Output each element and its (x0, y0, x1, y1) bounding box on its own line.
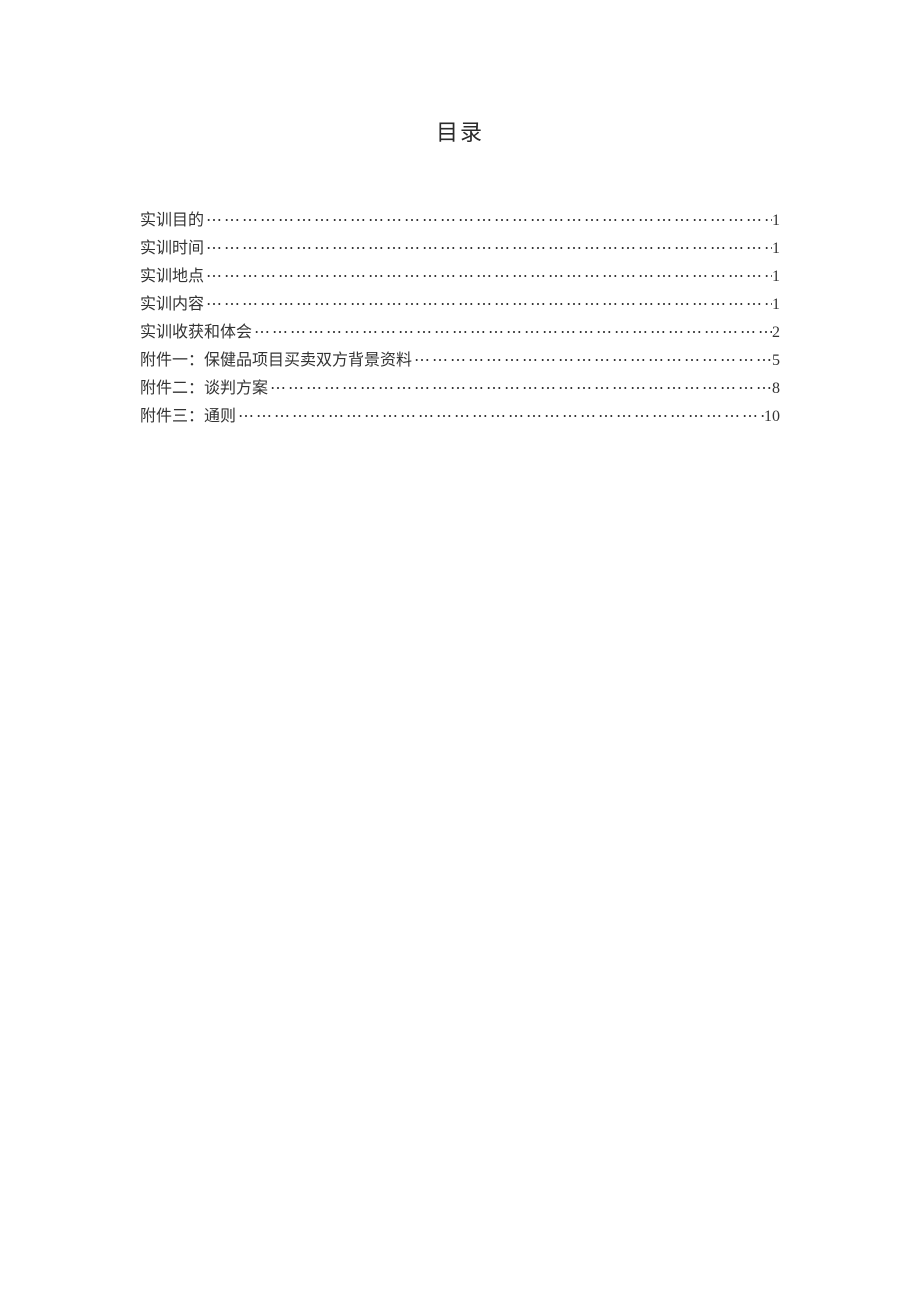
toc-entry-page: 8 (772, 375, 780, 403)
toc-entry-label: 附件一：保健品项目买卖双方背景资料 (140, 347, 412, 375)
toc-entry-page: 1 (772, 235, 780, 263)
page-title: 目录 (140, 115, 780, 147)
toc-entry-page: 10 (764, 403, 780, 431)
toc-entry-label: 实训目的 (140, 207, 204, 235)
toc-entry: 实训内容 1 (140, 291, 780, 319)
toc-entry-label: 附件三：通则 (140, 403, 236, 431)
toc-leader-dots (412, 347, 772, 375)
toc-leader-dots (204, 263, 772, 291)
toc-entry-page: 1 (772, 207, 780, 235)
toc-entry: 附件一：保健品项目买卖双方背景资料 5 (140, 347, 780, 375)
toc-leader-dots (268, 375, 772, 403)
toc-entry-label: 实训内容 (140, 291, 204, 319)
toc-leader-dots (204, 291, 772, 319)
toc-entry-label: 实训地点 (140, 263, 204, 291)
toc-entry: 实训时间 1 (140, 235, 780, 263)
toc-entry-label: 实训时间 (140, 235, 204, 263)
toc-entry-page: 5 (772, 347, 780, 375)
toc-entry: 实训收获和体会 2 (140, 319, 780, 347)
toc-entry-page: 2 (772, 319, 780, 347)
table-of-contents: 实训目的 1 实训时间 1 实训地点 1 实训内容 1 实训收获和体会 2 附件… (140, 207, 780, 431)
toc-entry-label: 实训收获和体会 (140, 319, 252, 347)
toc-entry: 附件二：谈判方案 8 (140, 375, 780, 403)
toc-entry: 实训地点 1 (140, 263, 780, 291)
toc-entry-page: 1 (772, 263, 780, 291)
toc-leader-dots (252, 319, 772, 347)
toc-entry: 实训目的 1 (140, 207, 780, 235)
toc-entry-label: 附件二：谈判方案 (140, 375, 268, 403)
document-page: 目录 实训目的 1 实训时间 1 实训地点 1 实训内容 1 实训收获和体会 2 (0, 0, 920, 431)
toc-entry-page: 1 (772, 291, 780, 319)
toc-leader-dots (204, 207, 772, 235)
toc-leader-dots (236, 403, 764, 431)
toc-leader-dots (204, 235, 772, 263)
toc-entry: 附件三：通则 10 (140, 403, 780, 431)
